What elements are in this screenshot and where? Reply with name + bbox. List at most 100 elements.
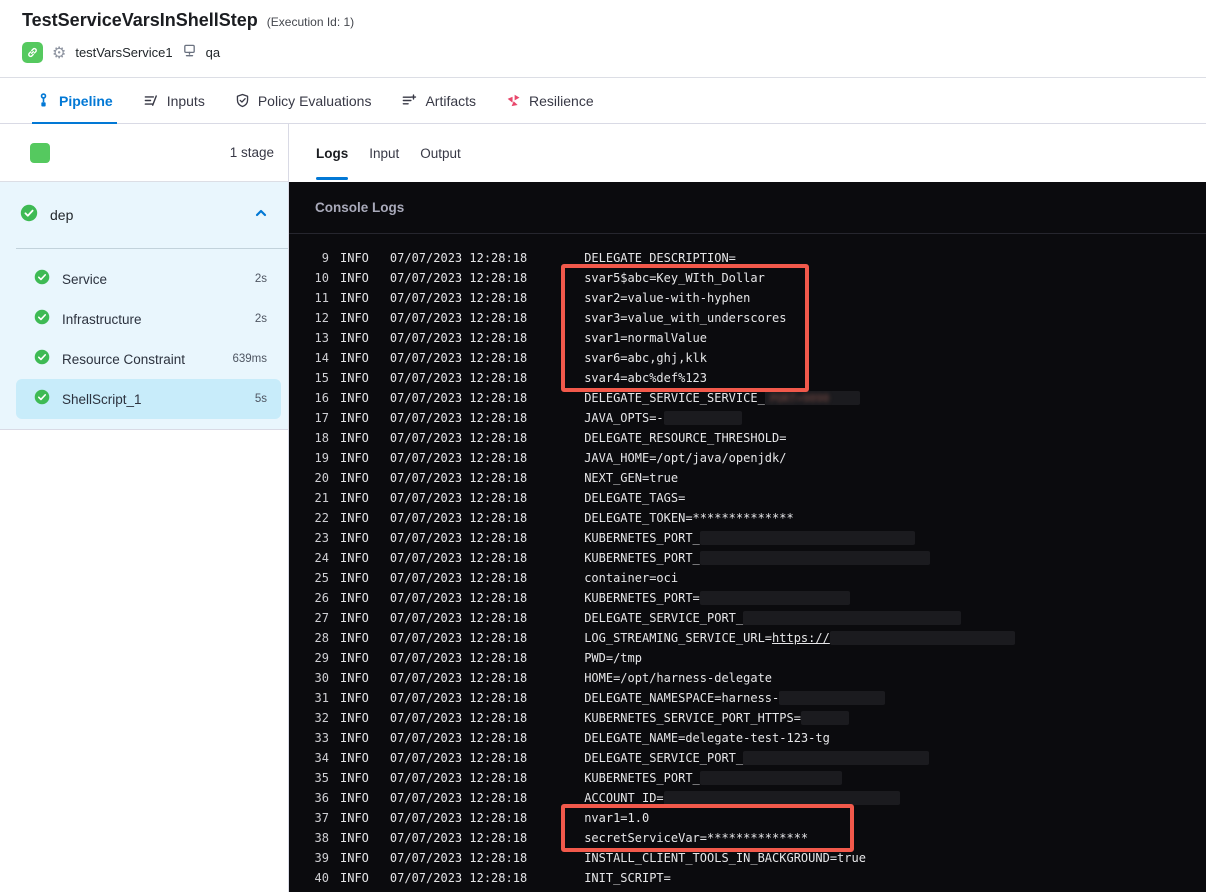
resilience-icon [506,93,521,108]
environment-name[interactable]: qa [206,45,220,60]
log-level: INFO [340,751,369,765]
log-level: INFO [340,711,369,725]
log-line: 38 INFO 07/07/2023 12:28:18 secretServiceVa… [289,828,1206,848]
log-text: PWD=/tmp [584,651,642,665]
log-timestamp: 07/07/2023 12:28:18 [389,691,528,705]
log-panel: Logs Input Output Console Logs 9 INFO 07/0… [289,124,1206,892]
log-text: LOG_STREAMING_SERVICE_URL= [584,631,773,645]
line-number: 25 [314,571,329,585]
step-label: Service [62,271,108,287]
log-line: 18 INFO 07/07/2023 12:28:18 DELEGATE_RESOUR… [289,428,1206,448]
log-text: KUBERNETES_PORT_ [584,531,700,545]
log-level: INFO [340,831,369,845]
log-level: INFO [340,511,369,525]
log-link[interactable]: https:// [772,631,830,645]
log-message: DELEGATE_SERVICE_SERVICE_ PORT=9090 [584,391,860,405]
log-text: INSTALL_CLIENT_TOOLS_IN_BACKGROUND=true [584,851,866,865]
log-timestamp: 07/07/2023 12:28:18 [389,611,528,625]
step-label: Infrastructure [62,311,142,327]
line-number: 20 [314,471,329,485]
execution-page: TestServiceVarsInShellStep (Execution Id… [0,0,1206,893]
stage-group-dep[interactable]: dep [0,182,288,248]
log-text: KUBERNETES_SERVICE_PORT_HTTPS= [584,711,801,725]
log-timestamp: 07/07/2023 12:28:18 [389,251,528,265]
chevron-up-icon[interactable] [254,206,268,225]
log-timestamp: 07/07/2023 12:28:18 [389,331,528,345]
log-level: INFO [340,451,369,465]
tab-resilience[interactable]: Resilience [506,78,594,123]
tab-inputs[interactable]: Inputs [143,78,205,123]
log-text: NEXT_GEN=true [584,471,679,485]
log-level: INFO [340,271,369,285]
log-message: secretServiceVar=************** [584,831,808,845]
line-number: 28 [314,631,329,645]
log-text: svar3=value_with_underscores [584,311,787,325]
log-line: 27 INFO 07/07/2023 12:28:18 DELEGATE_SERVIC… [289,608,1206,628]
tab-input[interactable]: Input [369,124,399,182]
log-level: INFO [340,571,369,585]
log-message: KUBERNETES_PORT_ [584,551,930,565]
log-timestamp: 07/07/2023 12:28:18 [389,871,528,885]
log-timestamp: 07/07/2023 12:28:18 [389,631,528,645]
line-number: 11 [314,291,329,305]
log-level: INFO [340,371,369,385]
tab-artifacts[interactable]: Artifacts [401,78,476,123]
step-shellscript-1[interactable]: ShellScript_1 5s [16,379,281,419]
tab-label: Artifacts [425,92,477,109]
log-message: JAVA_HOME=/opt/java/openjdk/ [584,451,786,465]
log-level: INFO [340,851,369,865]
redacted-text [663,411,742,425]
log-line: 30 INFO 07/07/2023 12:28:18 HOME=/opt/harne… [289,668,1206,688]
policy-evaluations-icon [235,93,250,108]
log-line: 21 INFO 07/07/2023 12:28:18 DELEGATE_TAGS= [289,488,1206,508]
log-line: 13 INFO 07/07/2023 12:28:18 svar1=normalVal… [289,328,1206,348]
log-text: HOME=/opt/harness-delegate [584,671,773,685]
log-line: 11 INFO 07/07/2023 12:28:18 svar2=value-wit… [289,288,1206,308]
redacted-text [699,551,930,565]
step-label: Resource Constraint [62,351,186,367]
service-name[interactable]: testVarsService1 [75,45,172,60]
log-message: DELEGATE_NAME=delegate-test-123-tg [584,731,830,745]
stage-panel: dep Service 2s Infrastructure 2s Resource Co… [0,182,288,430]
log-timestamp: 07/07/2023 12:28:18 [389,351,528,365]
redacted-text [743,611,962,625]
step-duration: 2s [254,313,267,325]
log-line: 10 INFO 07/07/2023 12:28:18 svar5$abc=Key_W… [289,268,1206,288]
log-timestamp: 07/07/2023 12:28:18 [389,491,528,505]
line-number: 22 [314,511,329,525]
redacted-text [743,751,930,765]
log-line: 23 INFO 07/07/2023 12:28:18 KUBERNETES_PORT… [289,528,1206,548]
log-timestamp: 07/07/2023 12:28:18 [389,751,528,765]
line-number: 21 [314,491,329,505]
log-text: DELEGATE_NAMESPACE=harness- [584,691,780,705]
log-message: DELEGATE_NAMESPACE=harness- [584,691,886,705]
line-number: 9 [321,251,329,265]
redacted-text [699,771,842,785]
log-message: svar1=normalValue [584,331,707,345]
tab-logs[interactable]: Logs [316,124,349,182]
log-text: DELEGATE_SERVICE_PORT_ [584,611,744,625]
log-message: HOME=/opt/harness-delegate [584,671,772,685]
console-header[interactable]: Console Logs [289,182,1206,234]
log-text: svar4=abc%def%123 [584,371,708,385]
line-number: 18 [314,431,329,445]
redacted-text [829,631,1015,645]
log-timestamp: 07/07/2023 12:28:18 [389,431,528,445]
step-resource-constraint[interactable]: Resource Constraint 639ms [16,339,281,379]
pipeline-icon [36,93,51,108]
tab-output[interactable]: Output [420,124,461,182]
stage-status-square[interactable] [30,142,50,163]
step-service[interactable]: Service 2s [16,259,281,299]
tab-policy-evaluations[interactable]: Policy Evaluations [235,78,371,123]
log-message: DELEGATE_DESCRIPTION= [584,251,736,265]
log-timestamp: 07/07/2023 12:28:18 [389,591,528,605]
log-timestamp: 07/07/2023 12:28:18 [389,511,528,525]
log-line: 33 INFO 07/07/2023 12:28:18 DELEGATE_NAME=d… [289,728,1206,748]
log-message: JAVA_OPTS=- [584,411,742,425]
log-level: INFO [340,471,369,485]
service-icon [22,42,43,63]
step-infrastructure[interactable]: Infrastructure 2s [16,299,281,339]
log-level: INFO [340,431,369,445]
log-message: DELEGATE_SERVICE_PORT_ [584,611,962,625]
tab-pipeline[interactable]: Pipeline [32,78,117,124]
